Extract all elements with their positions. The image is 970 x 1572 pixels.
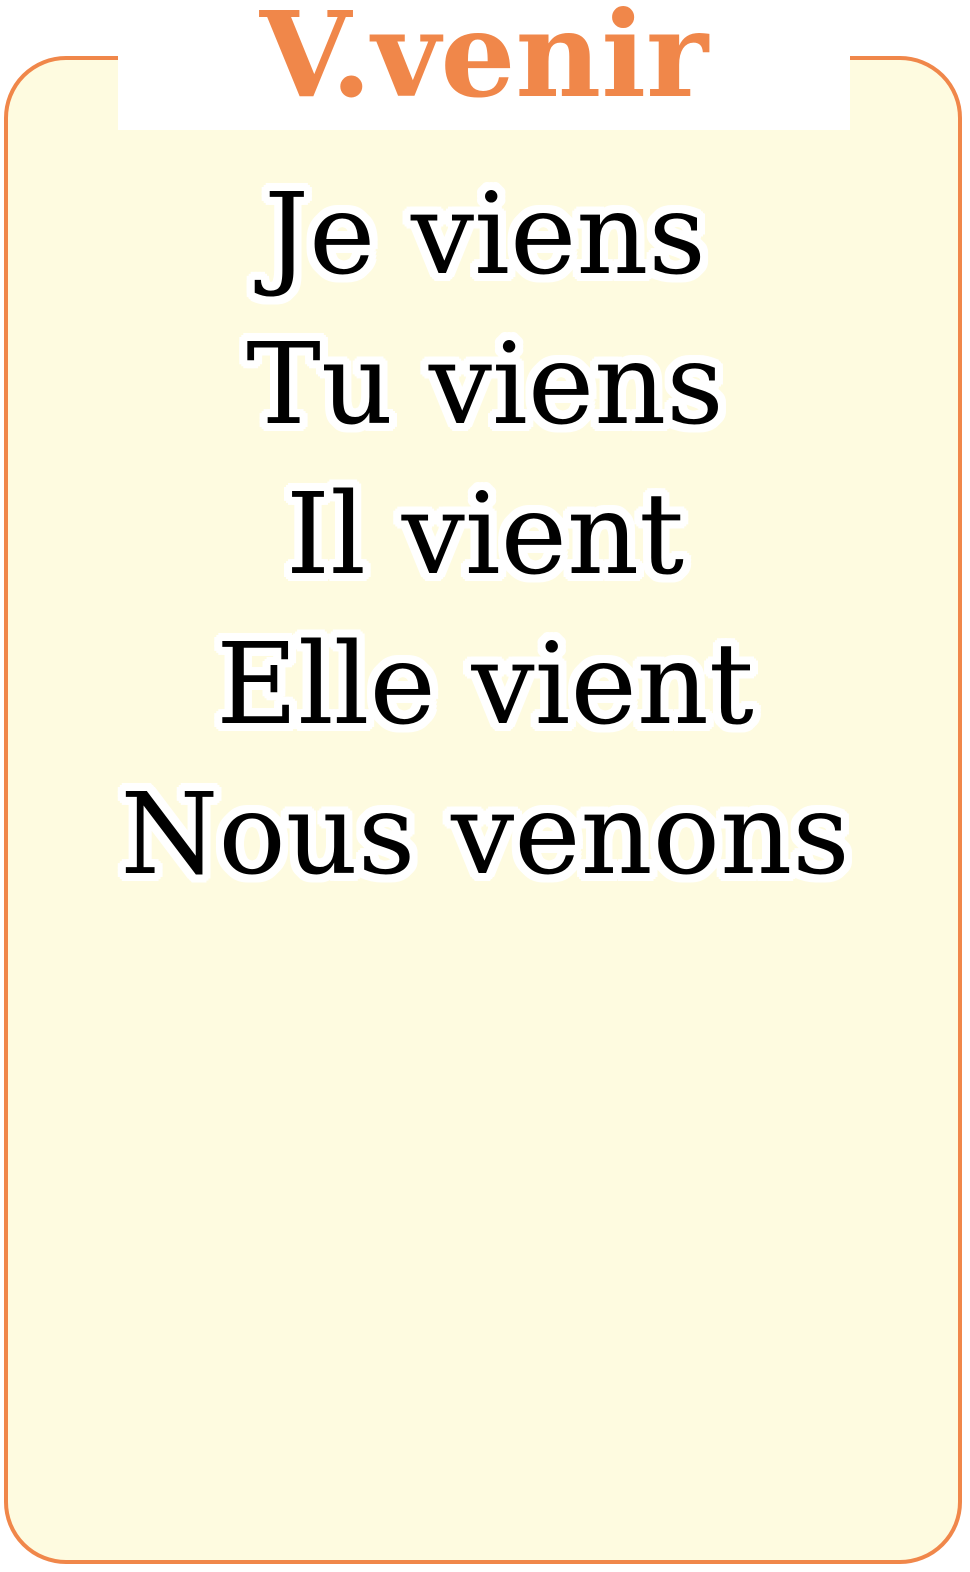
conjugation-tu: Tu viens <box>246 320 724 450</box>
conjugation-je: Je viens <box>264 170 706 300</box>
conjugation-elle: Elle vient <box>216 620 754 750</box>
conjugation-il: Il vient <box>285 470 685 600</box>
title-banner: V.venir <box>118 0 850 130</box>
conjugation-nous: Nous venons <box>120 770 850 900</box>
conjugation-list: Je viens Tu viens Il vient Elle vient No… <box>0 160 970 910</box>
verb-title: V.venir <box>259 0 709 124</box>
